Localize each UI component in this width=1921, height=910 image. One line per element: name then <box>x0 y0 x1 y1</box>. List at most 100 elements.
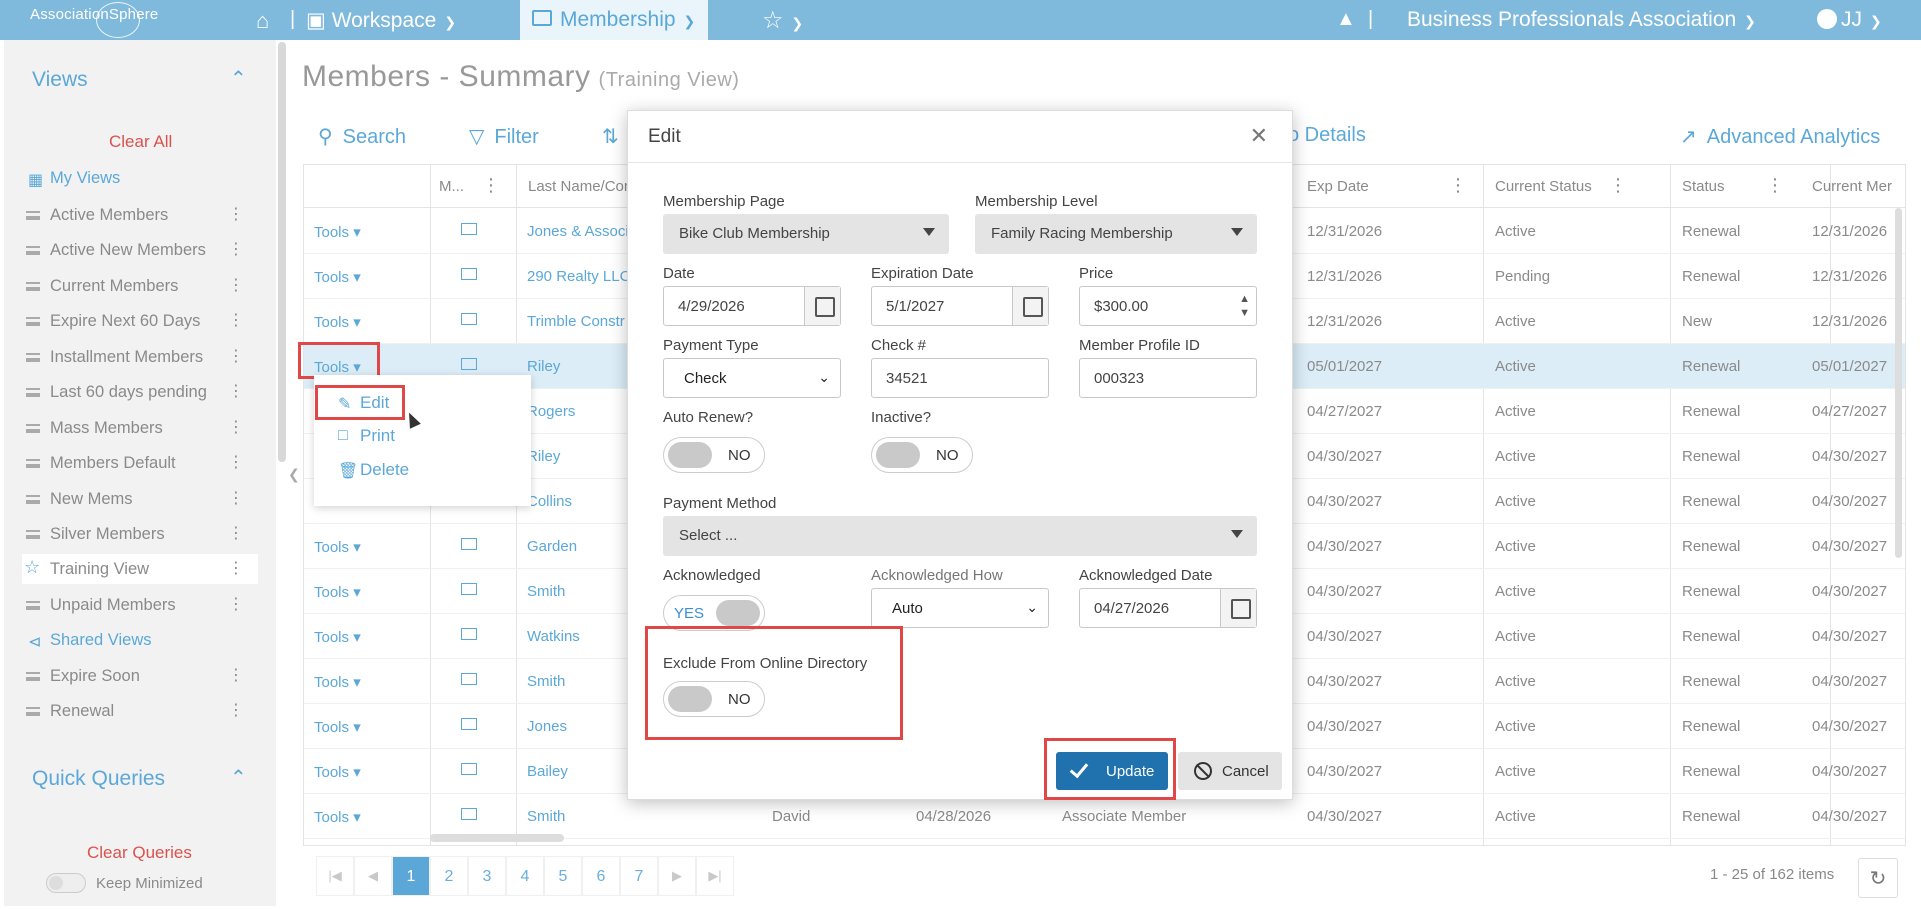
last-page-icon[interactable]: ▶| <box>696 856 734 896</box>
page-button[interactable]: 1 <box>392 856 430 896</box>
tools-dropdown[interactable]: Tools ▾ <box>314 583 361 601</box>
sidebar-item-last-60-pending[interactable]: Last 60 days pending ⋮ <box>22 377 258 407</box>
sidebar-item-installment-members[interactable]: Installment Members ⋮ <box>22 342 258 372</box>
advanced-analytics-button[interactable]: ↗ Advanced Analytics <box>1680 124 1880 149</box>
sidebar-item-current-members[interactable]: Current Members ⋮ <box>22 271 258 301</box>
toggle-switch[interactable] <box>46 873 86 893</box>
stepper-arrows-icon[interactable]: ▲ ▼ <box>1239 292 1250 320</box>
column-menu-icon[interactable]: ⋮ <box>1766 175 1784 196</box>
favorites-star-icon[interactable]: ☆ ❯ <box>762 6 803 35</box>
sidebar-scrollbar[interactable] <box>278 42 286 462</box>
email-icon[interactable] <box>461 268 477 280</box>
sidebar-item-unpaid-members[interactable]: Unpaid Members ⋮ <box>22 590 258 620</box>
column-menu-icon[interactable]: ⋮ <box>1609 175 1627 196</box>
column-menu-icon[interactable]: ⋮ <box>482 175 500 196</box>
my-views-link[interactable]: ▦ My Views <box>28 169 120 189</box>
horizontal-scrollbar[interactable] <box>430 834 564 842</box>
email-icon[interactable] <box>461 583 477 595</box>
member-name-link[interactable]: Watkins <box>527 628 580 645</box>
page-button[interactable]: 6 <box>582 856 620 896</box>
tools-dropdown[interactable]: Tools ▾ <box>314 223 361 241</box>
member-name-link[interactable]: Trimble Constr <box>527 313 625 330</box>
keep-minimized-toggle[interactable]: Keep Minimized <box>46 873 203 893</box>
notification-bell-icon[interactable]: ▲ <box>1336 8 1356 31</box>
expiration-date-input[interactable]: 5/1/2027 <box>871 286 1049 326</box>
member-name-link[interactable]: Rogers <box>527 403 575 420</box>
email-icon[interactable] <box>461 673 477 685</box>
workspace-menu[interactable]: ▣ Workspace ❯ <box>306 8 456 33</box>
col-header-current-mem[interactable]: Current Mer <box>1812 178 1892 195</box>
tools-dropdown[interactable]: Tools ▾ <box>314 808 361 826</box>
acknowledged-date-input[interactable]: 04/27/2026 <box>1079 588 1257 628</box>
views-title[interactable]: Views <box>32 68 88 92</box>
more-vertical-icon[interactable]: ⋮ <box>228 523 244 543</box>
col-header-exp-date[interactable]: Exp Date <box>1307 178 1369 195</box>
email-icon[interactable] <box>461 358 477 370</box>
member-name-link[interactable]: Garden <box>527 538 577 555</box>
check-number-input[interactable]: 34521 <box>871 358 1049 398</box>
home-icon[interactable]: ⌂ <box>256 8 269 34</box>
organization-menu[interactable]: Business Professionals Association ❯ <box>1407 8 1756 32</box>
page-button[interactable]: 2 <box>430 856 468 896</box>
page-button[interactable]: 3 <box>468 856 506 896</box>
more-vertical-icon[interactable]: ⋮ <box>228 700 244 720</box>
more-vertical-icon[interactable]: ⋮ <box>228 239 244 259</box>
tools-dropdown[interactable]: Tools ▾ <box>314 718 361 736</box>
price-input[interactable]: $300.00 ▲ ▼ <box>1079 286 1257 326</box>
page-button[interactable]: 7 <box>620 856 658 896</box>
tools-dropdown[interactable]: Tools ▾ <box>314 673 361 691</box>
sidebar-item-expire-next-60[interactable]: Expire Next 60 Days ⋮ <box>22 306 258 336</box>
page-button[interactable]: 4 <box>506 856 544 896</box>
membership-page-dropdown[interactable]: Bike Club Membership <box>663 214 949 254</box>
sidebar-item-members-default[interactable]: Members Default ⋮ <box>22 448 258 478</box>
more-vertical-icon[interactable]: ⋮ <box>228 488 244 508</box>
sidebar-item-active-members[interactable]: Active Members ⋮ <box>22 200 258 230</box>
first-page-icon[interactable]: |◀ <box>316 856 354 896</box>
refresh-icon[interactable]: ↻ <box>1858 858 1898 898</box>
tools-menu-print[interactable]: □ Print <box>338 426 395 446</box>
page-button[interactable]: 5 <box>544 856 582 896</box>
email-icon[interactable] <box>461 628 477 640</box>
more-vertical-icon[interactable]: ⋮ <box>228 346 244 366</box>
sidebar-item-silver-members[interactable]: Silver Members ⋮ <box>22 519 258 549</box>
acknowledged-how-select[interactable]: Auto ⌄ <box>871 588 1049 628</box>
more-vertical-icon[interactable]: ⋮ <box>228 558 244 578</box>
collapse-queries-icon[interactable]: ⌃ <box>230 765 247 790</box>
clear-queries-link[interactable]: Clear Queries <box>87 843 192 863</box>
prev-page-icon[interactable]: ◀ <box>354 856 392 896</box>
email-icon[interactable] <box>461 223 477 235</box>
sidebar-item-expire-soon[interactable]: Expire Soon ⋮ <box>22 661 258 691</box>
quick-queries-title[interactable]: Quick Queries <box>32 767 165 791</box>
email-icon[interactable] <box>461 718 477 730</box>
clear-all-link[interactable]: Clear All <box>109 132 172 152</box>
member-name-link[interactable]: 290 Realty LLC <box>527 268 630 285</box>
tools-dropdown[interactable]: Tools ▾ <box>314 538 361 556</box>
search-button[interactable]: ⚲ Search <box>318 124 406 149</box>
email-icon[interactable] <box>461 763 477 775</box>
more-vertical-icon[interactable]: ⋮ <box>228 275 244 295</box>
col-header-status[interactable]: Status <box>1682 178 1725 195</box>
details-button[interactable]: o Details <box>1288 124 1366 147</box>
member-profile-id-input[interactable]: 000323 <box>1079 358 1257 398</box>
sidebar-item-renewal[interactable]: Renewal ⋮ <box>22 696 258 726</box>
sidebar-item-new-mems[interactable]: New Mems ⋮ <box>22 484 258 514</box>
member-name-link[interactable]: Riley <box>527 358 560 375</box>
user-menu[interactable]: JJ ❯ <box>1817 8 1882 32</box>
vertical-scrollbar[interactable] <box>1895 208 1902 558</box>
email-icon[interactable] <box>461 313 477 325</box>
email-icon[interactable] <box>461 538 477 550</box>
auto-renew-toggle[interactable]: NO <box>663 437 765 473</box>
membership-tab[interactable]: Membership ❯ <box>520 0 708 40</box>
payment-method-dropdown[interactable]: Select ... <box>663 516 1257 556</box>
col-header-last-name[interactable]: Last Name/Cor <box>528 178 629 195</box>
close-icon[interactable]: ✕ <box>1250 123 1268 149</box>
more-vertical-icon[interactable]: ⋮ <box>228 452 244 472</box>
tools-menu-delete[interactable]: 🗑 Delete <box>338 460 409 480</box>
member-name-link[interactable]: Smith <box>527 583 565 600</box>
date-input[interactable]: 4/29/2026 <box>663 286 841 326</box>
filter-button[interactable]: ▽ Filter <box>469 124 539 149</box>
email-icon[interactable] <box>461 808 477 820</box>
next-page-icon[interactable]: ▶ <box>658 856 696 896</box>
sidebar-item-active-new-members[interactable]: Active New Members ⋮ <box>22 235 258 265</box>
calendar-icon[interactable] <box>804 287 840 325</box>
